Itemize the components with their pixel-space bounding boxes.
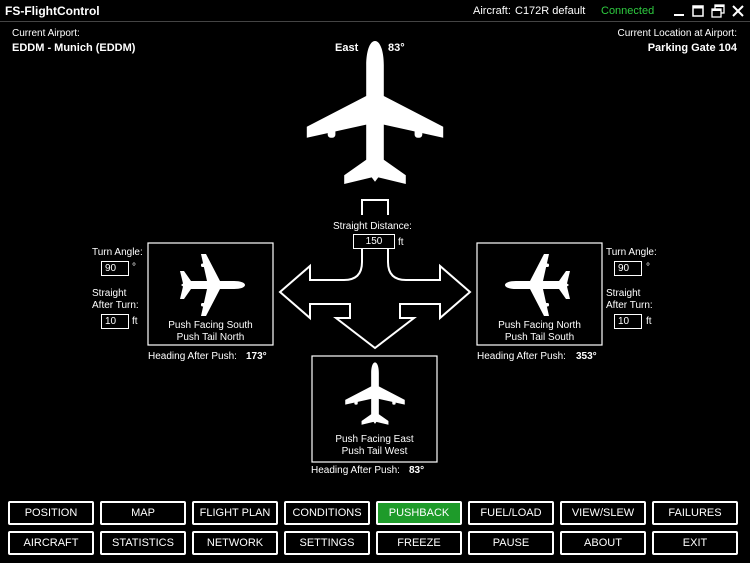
nav-position-button[interactable]: POSITION — [8, 501, 94, 525]
aircraft-top-icon — [306, 41, 444, 184]
nav-pushback-button[interactable]: PUSHBACK — [376, 501, 462, 525]
right-straight-label-1: Straight — [606, 288, 641, 299]
straight-distance-label: Straight Distance: — [333, 221, 412, 232]
nav-settings-button[interactable]: SETTINGS — [284, 531, 370, 555]
nav-map-button[interactable]: MAP — [100, 501, 186, 525]
right-turn-angle-label: Turn Angle: — [606, 247, 657, 258]
left-straight-after-input[interactable] — [101, 314, 129, 329]
right-turn-angle-unit: ° — [646, 262, 650, 273]
nav-network-button[interactable]: NETWORK — [192, 531, 278, 555]
right-push-line1: Push Facing North — [498, 320, 581, 331]
right-push-line2: Push Tail South — [504, 332, 575, 343]
left-heading-value: 173° — [246, 351, 267, 362]
aircraft-east-icon — [345, 362, 405, 425]
bottom-push-line2: Push Tail West — [341, 446, 408, 457]
left-straight-label-2: After Turn: — [92, 300, 139, 311]
nav-aircraft-button[interactable]: AIRCRAFT — [8, 531, 94, 555]
nav-flight-plan-button[interactable]: FLIGHT PLAN — [192, 501, 278, 525]
right-turn-angle-input[interactable] — [614, 261, 642, 276]
nav-conditions-button[interactable]: CONDITIONS — [284, 501, 370, 525]
nav-view-slew-button[interactable]: VIEW/SLEW — [560, 501, 646, 525]
nav-freeze-button[interactable]: FREEZE — [376, 531, 462, 555]
nav-exit-button[interactable]: EXIT — [652, 531, 738, 555]
bottom-heading-value: 83° — [409, 465, 425, 476]
nav-failures-button[interactable]: FAILURES — [652, 501, 738, 525]
nav-about-button[interactable]: ABOUT — [560, 531, 646, 555]
nav-row-1: POSITION MAP FLIGHT PLAN CONDITIONS PUSH… — [8, 501, 738, 525]
bottom-heading-label: Heading After Push: — [311, 465, 400, 476]
left-turn-angle-unit: ° — [132, 262, 136, 273]
straight-distance-input[interactable] — [353, 234, 395, 249]
nav-statistics-button[interactable]: STATISTICS — [100, 531, 186, 555]
nav-fuel-load-button[interactable]: FUEL/LOAD — [468, 501, 554, 525]
nav-pause-button[interactable]: PAUSE — [468, 531, 554, 555]
right-heading-value: 353° — [576, 351, 597, 362]
aircraft-north-icon — [505, 254, 570, 316]
left-heading-label: Heading After Push: — [148, 351, 237, 362]
towbar-connector — [361, 199, 389, 215]
straight-distance-unit: ft — [398, 237, 404, 248]
right-straight-after-unit: ft — [646, 316, 652, 327]
left-push-line2: Push Tail North — [176, 332, 245, 343]
pushback-direction-arrows — [278, 248, 472, 350]
bottom-push-line1: Push Facing East — [335, 434, 414, 445]
aircraft-south-icon — [180, 254, 245, 316]
left-straight-label-1: Straight — [92, 288, 127, 299]
right-straight-after-input[interactable] — [614, 314, 642, 329]
right-heading-label: Heading After Push: — [477, 351, 566, 362]
left-turn-angle-label: Turn Angle: — [92, 247, 143, 258]
left-turn-angle-input[interactable] — [101, 261, 129, 276]
right-straight-label-2: After Turn: — [606, 300, 653, 311]
left-push-line1: Push Facing South — [168, 320, 253, 331]
nav-row-2: AIRCRAFT STATISTICS NETWORK SETTINGS FRE… — [8, 531, 738, 555]
left-straight-after-unit: ft — [132, 316, 138, 327]
